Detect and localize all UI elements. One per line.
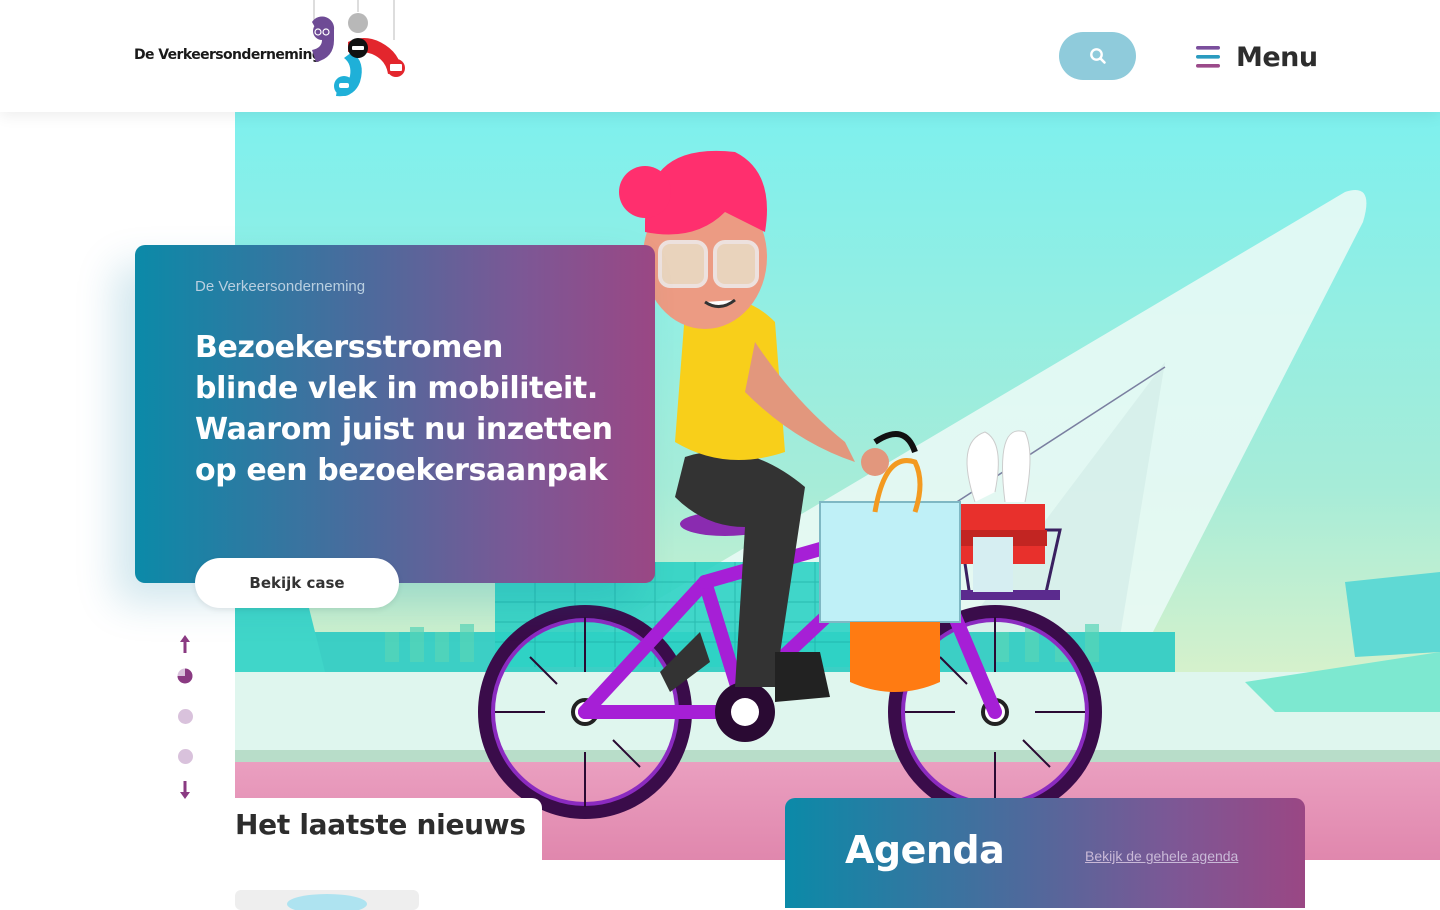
agenda-card: Agenda Bekijk de gehele agenda: [785, 798, 1305, 908]
slider-dot-1[interactable]: [170, 664, 200, 688]
view-full-agenda-link[interactable]: Bekijk de gehele agenda: [1085, 848, 1238, 864]
arrow-up-icon: [180, 635, 190, 653]
slider-dot-icon: [177, 708, 193, 724]
slider-dot-icon: [177, 748, 193, 764]
news-image: [287, 894, 367, 910]
view-case-button[interactable]: Bekijk case: [195, 558, 399, 608]
slider-dot-3[interactable]: [170, 744, 200, 768]
slider-next-button[interactable]: [170, 778, 200, 802]
news-section-header: Het laatste nieuws: [235, 798, 542, 860]
search-button[interactable]: [1059, 32, 1136, 80]
logo-wordmark: De Verkeersonderneming: [134, 47, 322, 63]
logo-mark-icon: [312, 0, 405, 97]
search-icon: [1089, 48, 1106, 64]
hero-kicker: De Verkeersonderneming: [195, 278, 366, 295]
slider-dot-2[interactable]: [170, 704, 200, 728]
slider-dot-active-icon: [177, 668, 193, 684]
news-thumbnail[interactable]: [235, 890, 419, 910]
hamburger-icon: [1196, 46, 1220, 68]
hero-card: De Verkeersonderneming Bezoekersstromen …: [135, 245, 655, 583]
news-title: Het laatste nieuws: [235, 808, 526, 841]
hero-title: Bezoekersstromen blinde vlek in mobilite…: [195, 330, 613, 488]
site-header: De Verkeersonderneming Menu: [0, 0, 1440, 112]
arrow-down-icon: [180, 781, 190, 799]
slider-navigation: [170, 632, 200, 802]
site-logo[interactable]: De Verkeersonderneming: [134, 0, 409, 100]
menu-button[interactable]: Menu: [1196, 40, 1318, 74]
menu-label: Menu: [1236, 41, 1318, 73]
agenda-title: Agenda: [845, 828, 1005, 872]
slider-prev-button[interactable]: [170, 632, 200, 656]
